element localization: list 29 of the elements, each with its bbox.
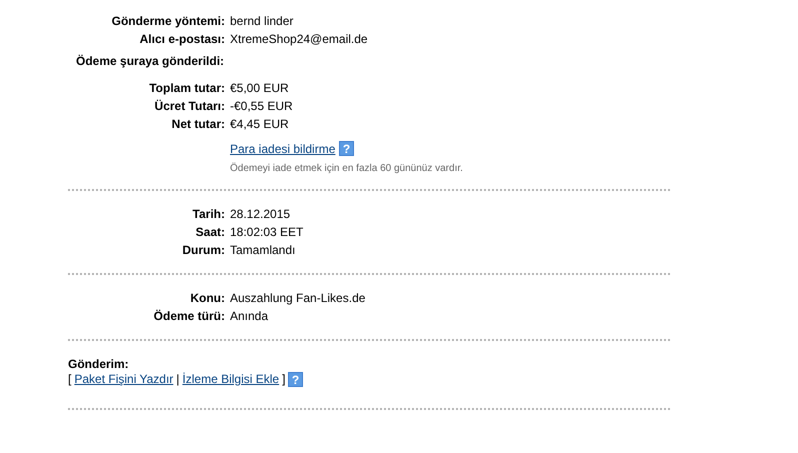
bracket: [ — [68, 372, 72, 387]
field-value: 28.12.2015 — [230, 207, 292, 222]
field-value: Tamamlandı — [230, 243, 296, 258]
field-label: Durum: — [181, 243, 225, 258]
field-label: Saat: — [194, 225, 225, 240]
field-value: 18:02:03 EET — [230, 225, 304, 240]
field-value: bernd linder — [230, 14, 294, 29]
field-label: Ücret Tutarı: — [154, 99, 225, 114]
bracket: ] — [282, 372, 286, 387]
field-value: Auszahlung Fan-Likes.de — [230, 291, 366, 306]
field-label: Net tutar: — [170, 117, 225, 132]
shipping-link[interactable]: İzleme Bilgisi Ekle — [182, 372, 280, 387]
field-value: €5,00 EUR — [230, 81, 290, 96]
field-label: Ödeme türü: — [152, 309, 225, 324]
field-label: Ödeme şuraya gönderildi: — [75, 54, 226, 69]
refund-note: Ödemeyi iade etmek için en fazla 60 gününüz vardır. — [230, 163, 464, 174]
shipping-title: Gönderim: — [68, 357, 130, 372]
field-value: €4,45 EUR — [230, 117, 290, 132]
separator: | — [176, 372, 180, 387]
field-value: Anında — [230, 309, 270, 324]
shipping-link[interactable]: Paket Fişini Yazdır — [74, 372, 174, 387]
field-label: Alıcı e-postası: — [138, 32, 225, 47]
field-label: Tarih: — [192, 207, 225, 222]
field-value: -€0,55 EUR — [230, 99, 294, 114]
field-label: Toplam tutar: — [148, 81, 225, 96]
field-label: Konu: — [189, 291, 225, 306]
refund-link[interactable]: Para iadesi bildirme — [230, 142, 336, 156]
field-value: XtremeShop24@email.de — [230, 32, 369, 47]
field-label: Gönderme yöntemi: — [110, 14, 225, 29]
